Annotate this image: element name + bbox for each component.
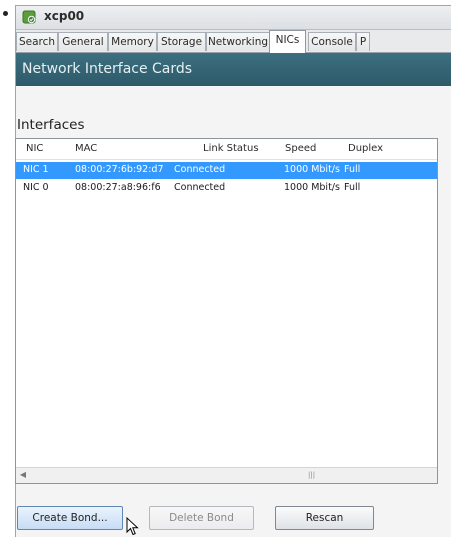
tab-networking[interactable]: Networking: [206, 32, 270, 51]
tab-console[interactable]: Console: [308, 32, 356, 51]
scroll-left-arrow-icon[interactable]: ◀: [18, 470, 28, 480]
tab-memory[interactable]: Memory: [108, 32, 157, 51]
section-header: Network Interface Cards: [16, 53, 451, 86]
scroll-grip-icon[interactable]: |||: [308, 471, 318, 480]
horizontal-scrollbar[interactable]: ◀ |||: [16, 467, 437, 483]
cell-speed: 1000 Mbit/s: [284, 182, 340, 193]
title-bar: xcp00: [16, 6, 451, 30]
cell-speed: 1000 Mbit/s: [284, 164, 340, 175]
column-header-link-status[interactable]: Link Status: [203, 143, 259, 154]
cell-link-status: Connected: [174, 164, 226, 175]
rescan-button[interactable]: Rescan: [275, 506, 374, 530]
list-bullet: [3, 11, 8, 16]
cell-nic: NIC 0: [23, 182, 49, 193]
tab-general[interactable]: General: [58, 32, 108, 51]
cell-mac: 08:00:27:a8:96:f6: [75, 182, 161, 193]
server-icon: [22, 10, 36, 24]
mouse-cursor-icon: [126, 517, 139, 536]
cell-duplex: Full: [344, 164, 361, 175]
tab-bar: Search General Memory Storage Networking…: [16, 30, 451, 53]
column-header-mac[interactable]: MAC: [75, 143, 97, 154]
tab-search[interactable]: Search: [16, 32, 58, 51]
delete-bond-button[interactable]: Delete Bond: [149, 506, 254, 530]
interfaces-list[interactable]: NIC MAC Link Status Speed Duplex NIC 1 0…: [15, 138, 438, 484]
tab-nics[interactable]: NICs: [269, 30, 306, 53]
tab-performance-partial[interactable]: P: [356, 32, 370, 51]
create-bond-button[interactable]: Create Bond...: [17, 506, 123, 530]
cell-mac: 08:00:27:6b:92:d7: [75, 164, 164, 175]
cell-duplex: Full: [344, 182, 361, 193]
interfaces-label: Interfaces: [17, 117, 85, 133]
cell-link-status: Connected: [174, 182, 226, 193]
column-header-duplex[interactable]: Duplex: [348, 143, 383, 154]
column-header-row: NIC MAC Link Status Speed Duplex: [16, 139, 437, 160]
window-title: xcp00: [44, 9, 85, 23]
table-row[interactable]: NIC 1 08:00:27:6b:92:d7 Connected 1000 M…: [16, 162, 437, 179]
column-header-speed[interactable]: Speed: [285, 143, 316, 154]
column-header-nic[interactable]: NIC: [26, 143, 43, 154]
cell-nic: NIC 1: [23, 164, 49, 175]
tab-storage[interactable]: Storage: [157, 32, 206, 51]
table-row[interactable]: NIC 0 08:00:27:a8:96:f6 Connected 1000 M…: [16, 180, 437, 197]
